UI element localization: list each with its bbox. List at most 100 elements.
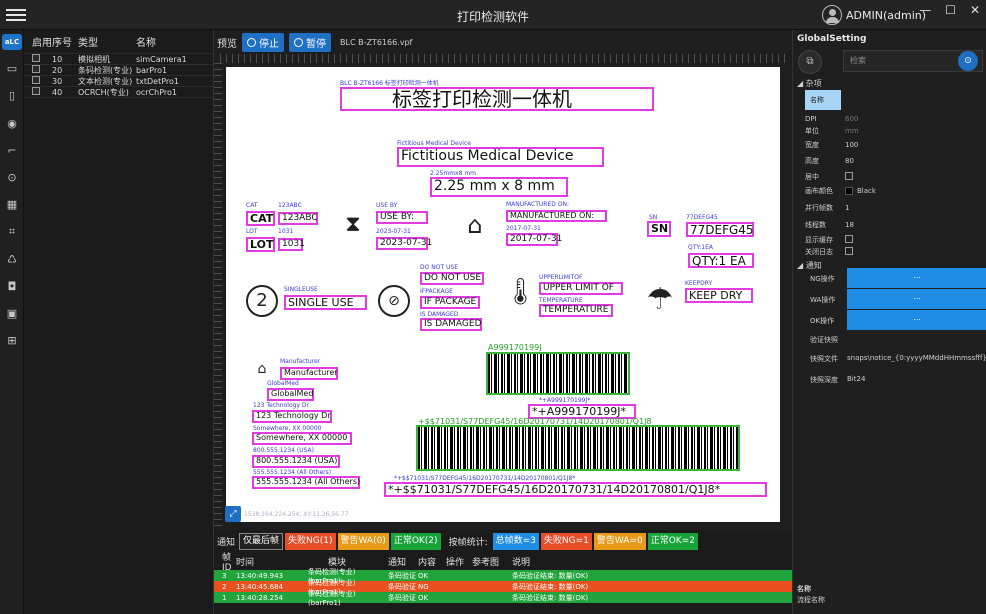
- useby-date-box[interactable]: 2023-07-31: [376, 237, 432, 250]
- event-key: OK操作: [810, 317, 835, 325]
- list-item[interactable]: 40 OCRCH(专业) ocrChPro1: [24, 87, 213, 98]
- maximize-icon[interactable]: ☐: [945, 3, 956, 17]
- ng-filter-button[interactable]: 失败NG(1): [285, 532, 336, 550]
- dry-box[interactable]: KEEP DRY: [685, 288, 753, 303]
- prop-parallel-frames[interactable]: 并行帧数 1: [805, 201, 983, 214]
- prop-threads[interactable]: 线程数 18: [805, 218, 983, 231]
- upper-small-text: UPPERLIMITOF: [539, 274, 583, 281]
- list-item[interactable]: 30 文本检测(专业) txtDetPro1: [24, 76, 213, 87]
- center-checkbox[interactable]: [845, 171, 853, 180]
- label-canvas[interactable]: BLC B-ZT6166 标签打印检测一体机 标签打印检测一体机 Fictiti…: [226, 67, 780, 522]
- last-frame-toggle[interactable]: 仅最后帧: [239, 532, 284, 550]
- useby-box[interactable]: USE BY:: [376, 211, 428, 224]
- table-row[interactable]: 1 13:40:28.254 条码检测(专业)(barPro1) 条码验证 OK…: [214, 590, 792, 607]
- single-use-box[interactable]: SINGLE USE: [284, 295, 367, 310]
- ng-action-button[interactable]: ...: [847, 268, 986, 288]
- sn-small-text: SN: [649, 214, 658, 221]
- phone2-box[interactable]: 555.555.1234 (All Others): [252, 476, 360, 489]
- prop-height[interactable]: 高度 80: [805, 154, 983, 167]
- crop-icon[interactable]: ⌐: [5, 144, 19, 158]
- col-content: 内容: [418, 557, 437, 568]
- name-property[interactable]: 名称: [805, 90, 841, 110]
- snapshot-depth-row[interactable]: 快照深度 Bit24: [805, 371, 983, 387]
- prop-center[interactable]: 居中: [805, 170, 983, 183]
- copy-icon[interactable]: ⧉: [798, 50, 822, 74]
- snapshot-section-row[interactable]: 验证快照: [805, 331, 983, 347]
- file-icon[interactable]: ▯: [5, 89, 19, 103]
- header-no: 序号: [52, 38, 72, 49]
- prop-key: 单位: [805, 126, 819, 135]
- fmd-text-box[interactable]: Fictitious Medical Device: [397, 147, 604, 167]
- enable-checkbox[interactable]: [32, 54, 40, 62]
- lot-box[interactable]: LOT: [246, 237, 275, 252]
- barcode2-text-box[interactable]: *+$$71031/S77DEFG45/16D20170731/14D20170…: [384, 482, 767, 497]
- list-item[interactable]: 20 条码检测(专业) barPro1: [24, 65, 213, 76]
- preview-label: 预览: [217, 38, 237, 50]
- hourglass-icon: ⧗: [345, 212, 361, 237]
- apps-icon[interactable]: ⊞: [5, 334, 19, 348]
- color-swatch: [845, 186, 853, 195]
- barcode-2[interactable]: [416, 425, 740, 471]
- addr2-box[interactable]: Somewhere, XX 00000: [252, 432, 352, 445]
- thermometer-icon: 🌡: [504, 277, 538, 307]
- manufacturer-box[interactable]: Manufacturer: [280, 367, 338, 380]
- camera-icon[interactable]: ◘: [5, 280, 19, 294]
- target-icon[interactable]: ⊙: [5, 171, 19, 185]
- wa-action-button[interactable]: ...: [847, 289, 986, 309]
- user-menu[interactable]: ADMIN(admin): [822, 4, 926, 26]
- enable-checkbox[interactable]: [32, 87, 40, 95]
- cell-notice: 条码验证: [388, 582, 416, 591]
- enable-checkbox[interactable]: [32, 76, 40, 84]
- image-icon[interactable]: ▣: [5, 307, 19, 321]
- ok-action-button[interactable]: ...: [847, 310, 986, 330]
- enable-checkbox[interactable]: [32, 65, 40, 73]
- cat-box[interactable]: CAT: [246, 211, 275, 226]
- pin-icon[interactable]: ⤢: [225, 506, 241, 522]
- prop-close-log[interactable]: 关闭日志: [805, 245, 983, 258]
- stop-button[interactable]: 停止: [242, 32, 284, 52]
- snapshot-file-row[interactable]: 快照文件 snaps\notice_{0:yyyyMMddHHmmssfff}: [805, 350, 986, 366]
- ok-filter-button[interactable]: 正常OK(2): [390, 532, 441, 550]
- pause-button[interactable]: 暂停: [289, 32, 331, 52]
- prop-width[interactable]: 宽度 100: [805, 138, 983, 151]
- sn-no-box[interactable]: 77DEFG45: [686, 222, 754, 237]
- barcode-1[interactable]: [486, 352, 630, 395]
- notify-label: 通知: [217, 537, 236, 548]
- cat-no-box[interactable]: 123ABC: [278, 212, 318, 225]
- dnu-box[interactable]: DO NOT USE: [420, 272, 484, 285]
- search-icon[interactable]: ⊙: [958, 51, 978, 71]
- prop-unit[interactable]: 单位 mm: [805, 124, 983, 137]
- item-no: 30: [52, 76, 63, 86]
- grid-icon[interactable]: ▦: [5, 198, 19, 212]
- cell-description: 条码验证结束: 数量(OK): [512, 571, 589, 580]
- mfg-date-box[interactable]: 2017-07-31: [506, 233, 562, 246]
- section-misc[interactable]: ◢ 杂项: [797, 78, 822, 89]
- temp-box[interactable]: TEMPERATURE: [539, 304, 613, 317]
- eye-icon[interactable]: ◉: [5, 117, 19, 131]
- prop-canvas-color[interactable]: 画布颜色 Black: [805, 184, 983, 197]
- show-cache-checkbox[interactable]: [845, 234, 853, 243]
- close-icon[interactable]: ✕: [970, 3, 980, 17]
- avatar-icon: [822, 5, 842, 25]
- close-log-checkbox[interactable]: [845, 246, 853, 255]
- size-text-box[interactable]: 2.25 mm x 8 mm: [430, 177, 568, 197]
- ifpkg-box[interactable]: IF PACKAGE: [420, 296, 480, 309]
- monitor-icon[interactable]: ▭: [5, 62, 19, 76]
- upper-box[interactable]: UPPER LIMIT OF: [539, 282, 623, 295]
- list-item[interactable]: 10 模拟相机 simCamera1: [24, 54, 213, 65]
- addr1-box[interactable]: 123 Technology Dr: [252, 410, 332, 423]
- globalmed-box[interactable]: GlobalMed: [267, 388, 314, 401]
- mfg-on-box[interactable]: MANUFACTURED ON:: [506, 210, 607, 222]
- cell-module: 条码检测(专业)(barPro1): [308, 589, 356, 607]
- wa-filter-button[interactable]: 警告WA(0): [337, 532, 389, 550]
- item-type: 文本检测(专业): [78, 76, 133, 86]
- qty-box[interactable]: QTY:1 EA: [688, 253, 754, 268]
- minimize-icon[interactable]: —: [919, 3, 931, 17]
- sn-box[interactable]: SN: [647, 221, 671, 237]
- recycle-icon[interactable]: ♺: [5, 253, 19, 267]
- damaged-box[interactable]: IS DAMAGED: [420, 318, 482, 331]
- lot-no-box[interactable]: 1031: [278, 238, 305, 251]
- phone1-box[interactable]: 800.555.1234 (USA): [252, 455, 340, 468]
- scan-icon[interactable]: ⌗: [5, 225, 19, 239]
- header-text-box[interactable]: 标签打印检测一体机: [340, 87, 654, 111]
